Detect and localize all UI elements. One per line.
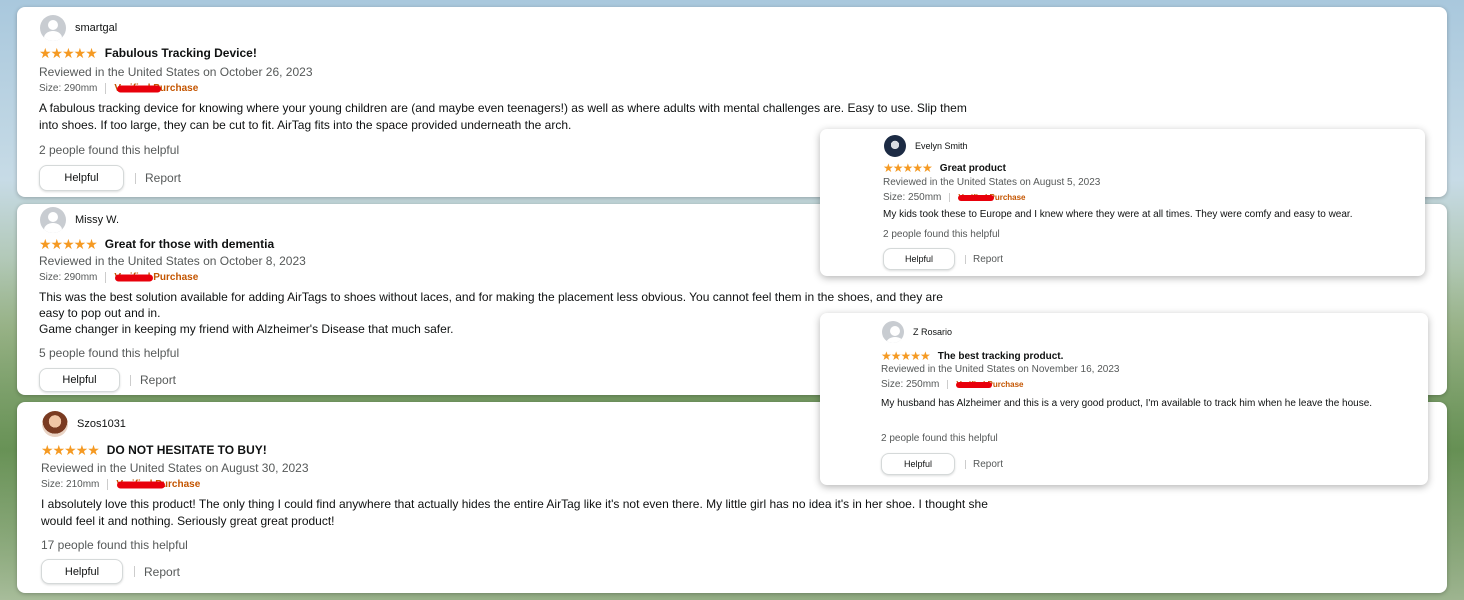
review-date: Reviewed in the United States on October… [39,254,306,268]
helpful-button[interactable]: Helpful [41,559,123,584]
verified-purchase-badge: Verified Purchase [956,380,1024,389]
divider [947,380,949,389]
review-title[interactable]: The best tracking product. [938,351,1064,362]
helpful-count: 2 people found this helpful [39,143,180,157]
report-link[interactable]: Report [144,565,180,579]
avatar-photo [884,135,906,157]
report-link[interactable]: Report [973,459,1003,470]
avatar-icon [40,15,66,41]
redaction-mark [956,381,993,388]
star-rating-icon[interactable]: ★★★★★ [39,237,98,251]
redaction-mark [958,194,995,201]
star-rating-icon[interactable]: ★★★★★ [41,443,100,457]
star-rating-icon[interactable]: ★★★★★ [39,46,98,60]
review-title[interactable]: Great product [940,163,1006,174]
redaction-mark [117,85,162,92]
size-label: Size: 210mm [41,479,100,490]
divider [134,566,135,577]
redaction-mark [117,481,166,488]
size-label: Size: 290mm [39,272,98,283]
helpful-button[interactable]: Helpful [881,453,955,475]
review-body: My husband has Alzheimer and this is a v… [881,398,1373,409]
divider [107,479,109,490]
divider [105,272,107,283]
divider [965,254,966,264]
divider [130,374,131,386]
helpful-count: 2 people found this helpful [881,433,998,444]
review-title[interactable]: Great for those with dementia [105,237,274,251]
helpful-button[interactable]: Helpful [39,368,120,392]
report-link[interactable]: Report [145,171,181,185]
review-body: My kids took these to Europe and I knew … [883,209,1353,220]
size-label: Size: 250mm [883,192,942,203]
reviewer-name: Evelyn Smith [915,141,968,151]
review-body: I absolutely love this product! The only… [41,497,988,528]
helpful-count: 2 people found this helpful [883,229,1000,240]
helpful-count: 17 people found this helpful [41,538,188,552]
size-label: Size: 290mm [39,83,98,94]
reviewer-name: Missy W. [75,214,119,226]
avatar-photo [42,411,68,437]
divider [965,459,966,469]
review-date: Reviewed in the United States on August … [883,177,1101,188]
divider [105,83,107,94]
avatar-icon [882,321,904,343]
review-title[interactable]: DO NOT HESITATE TO BUY! [107,443,267,457]
verified-purchase-badge: Verified Purchase [958,193,1026,202]
divider [135,172,136,184]
verified-purchase-badge: Verified Purchase [116,479,200,490]
helpful-count: 5 people found this helpful [39,346,180,360]
reviewer-name: smartgal [75,22,118,34]
review-date: Reviewed in the United States on Novembe… [881,364,1120,375]
review-date: Reviewed in the United States on October… [39,65,313,79]
helpful-button[interactable]: Helpful [39,165,124,191]
divider [949,193,951,202]
redaction-mark [115,274,154,281]
review-date: Reviewed in the United States on August … [41,461,309,475]
review-card-evelyn-smith: Evelyn Smith ★★★★★ Great product Reviewe… [820,129,1425,276]
avatar-icon [40,207,66,233]
review-title[interactable]: Fabulous Tracking Device! [105,46,257,60]
reviewer-name: Z Rosario [913,327,953,337]
report-link[interactable]: Report [973,254,1003,265]
size-label: Size: 250mm [881,379,940,390]
star-rating-icon[interactable]: ★★★★★ [883,161,933,175]
reviewer-name: Szos1031 [77,418,126,430]
verified-purchase-badge: Verified Purchase [114,272,199,283]
review-card-z-rosario: Z Rosario ★★★★★ The best tracking produc… [820,313,1428,485]
star-rating-icon[interactable]: ★★★★★ [881,349,931,363]
report-link[interactable]: Report [140,373,176,387]
verified-purchase-badge: Verified Purchase [114,83,198,94]
helpful-button[interactable]: Helpful [883,248,955,270]
